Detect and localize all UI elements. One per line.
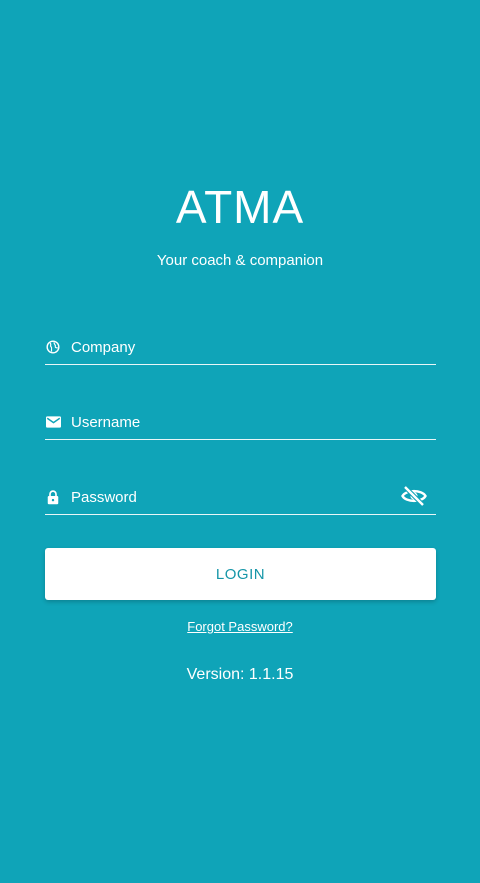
app-tagline: Your coach & companion (156, 252, 324, 269)
app-title: ATMA (175, 181, 305, 233)
username-input[interactable] (71, 413, 436, 431)
login-button[interactable]: LOGIN (45, 548, 436, 600)
version-label: Version: 1.1.15 (186, 666, 294, 683)
password-field[interactable] (45, 484, 436, 515)
forgot-password-container: Forgot Password? (0, 619, 480, 634)
lock-icon (45, 489, 61, 505)
password-input[interactable] (71, 488, 400, 506)
company-input[interactable] (71, 338, 436, 356)
company-field[interactable] (45, 334, 436, 365)
globe-icon (45, 339, 61, 355)
username-field[interactable] (45, 409, 436, 440)
mail-icon (45, 414, 61, 430)
eye-off-icon[interactable] (400, 482, 428, 510)
forgot-password-link[interactable]: Forgot Password? (187, 619, 293, 634)
